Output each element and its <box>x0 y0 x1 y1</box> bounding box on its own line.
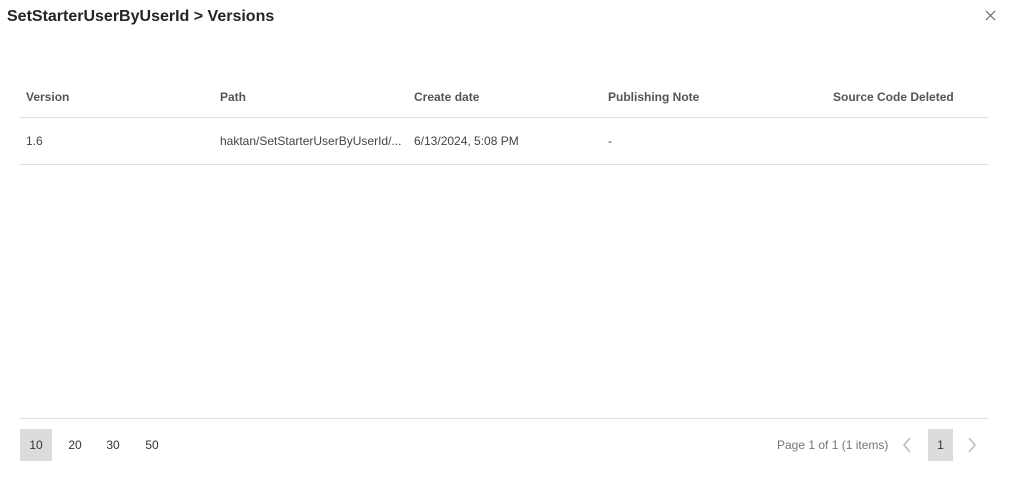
column-header-publishing-note[interactable]: Publishing Note <box>608 76 818 117</box>
table-row[interactable]: 1.6 haktan/SetStarterUserByUserId/... 6/… <box>19 118 989 165</box>
chevron-left-icon <box>902 437 911 453</box>
chevron-right-icon <box>968 437 977 453</box>
cell-path-text: haktan/SetStarterUserByUserId/... <box>220 134 402 148</box>
page-size-20[interactable]: 20 <box>59 429 91 461</box>
cell-version: 1.6 <box>26 134 43 148</box>
close-icon <box>985 10 995 20</box>
close-button[interactable] <box>981 6 999 24</box>
column-header-source-code-deleted[interactable]: Source Code Deleted <box>833 76 983 117</box>
page-size-50[interactable]: 50 <box>136 429 168 461</box>
column-header-version[interactable]: Version <box>26 76 212 117</box>
dialog-title: SetStarterUserByUserId > Versions <box>7 8 275 25</box>
pager: 10 20 30 50 Page 1 of 1 (1 items) 1 <box>19 418 989 469</box>
cell-publishing-note: - <box>608 134 612 148</box>
versions-grid: Version Path Create date Publishing Note… <box>19 76 989 165</box>
page-size-10[interactable]: 10 <box>20 429 52 461</box>
versions-dialog: SetStarterUserByUserId > Versions Versio… <box>0 0 1010 482</box>
cell-create-date: 6/13/2024, 5:08 PM <box>414 134 519 148</box>
column-header-path[interactable]: Path <box>220 76 405 117</box>
page-info: Page 1 of 1 (1 items) <box>777 438 889 452</box>
column-header-create-date[interactable]: Create date <box>414 76 599 117</box>
cell-source-code-deleted <box>833 118 983 164</box>
prev-page-button[interactable] <box>895 429 919 461</box>
page-size-30[interactable]: 30 <box>97 429 129 461</box>
grid-header: Version Path Create date Publishing Note… <box>19 76 989 118</box>
cell-path: haktan/SetStarterUserByUserId/... <box>220 118 405 164</box>
next-page-button[interactable] <box>960 429 984 461</box>
page-number-1[interactable]: 1 <box>928 429 953 461</box>
